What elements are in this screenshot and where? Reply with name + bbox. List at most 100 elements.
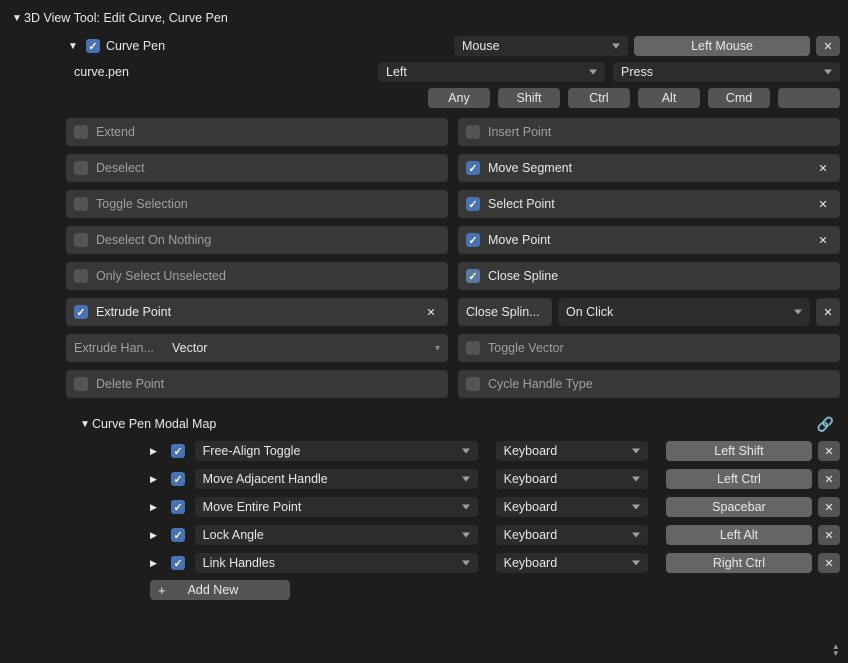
remove-binding-button[interactable] bbox=[816, 36, 840, 56]
modal-row-enabled-checkbox[interactable] bbox=[171, 472, 185, 486]
binding-disclosure[interactable]: ▼ bbox=[66, 41, 80, 52]
opt-insert-point-checkbox[interactable] bbox=[466, 125, 480, 139]
modal-row-remove-button[interactable] bbox=[818, 441, 840, 461]
binding-enabled-checkbox[interactable] bbox=[86, 39, 100, 53]
opt-move-point-clear[interactable] bbox=[814, 234, 832, 247]
modal-key-button[interactable]: Left Shift bbox=[666, 441, 812, 461]
options-grid: Extend Insert Point Deselect Move Segmen… bbox=[8, 118, 840, 408]
event-mode-select[interactable]: Press bbox=[613, 62, 840, 82]
opt-close-spline-checkbox[interactable] bbox=[466, 269, 480, 283]
link-icon[interactable]: 🔗 bbox=[817, 416, 834, 433]
modal-type-value: Keyboard bbox=[504, 472, 558, 486]
opt-extrude-point[interactable]: Extrude Point bbox=[66, 298, 448, 326]
opt-toggle-vector[interactable]: Toggle Vector bbox=[458, 334, 840, 362]
modal-row-disclosure[interactable]: ▶ bbox=[150, 530, 162, 541]
plus-icon: + bbox=[158, 583, 166, 598]
modal-type-select[interactable]: Keyboard bbox=[496, 497, 648, 517]
opt-select-point-clear[interactable] bbox=[814, 198, 832, 211]
modal-row: ▶ Move Adjacent Handle Keyboard Left Ctrl bbox=[8, 468, 840, 496]
modal-row-enabled-checkbox[interactable] bbox=[171, 528, 185, 542]
add-new-button[interactable]: + Add New bbox=[150, 580, 290, 600]
opt-deselect-on-nothing-checkbox[interactable] bbox=[74, 233, 88, 247]
modal-row-disclosure[interactable]: ▶ bbox=[150, 474, 162, 485]
identifier-row: curve.pen Left Press bbox=[8, 62, 840, 88]
modal-type-select[interactable]: Keyboard bbox=[496, 553, 648, 573]
key-button[interactable]: Left Mouse bbox=[634, 36, 810, 56]
opt-extrude-handle-label: Extrude Han... bbox=[74, 341, 164, 355]
opt-label: Select Point bbox=[488, 197, 555, 211]
opt-close-spline-method-clear[interactable] bbox=[816, 298, 840, 326]
opt-move-segment-checkbox[interactable] bbox=[466, 161, 480, 175]
opt-extrude-point-clear[interactable] bbox=[422, 306, 440, 319]
mod-ctrl-button[interactable]: Ctrl bbox=[568, 88, 630, 108]
opt-move-segment-clear[interactable] bbox=[814, 162, 832, 175]
modal-type-select[interactable]: Keyboard bbox=[496, 441, 648, 461]
modal-row-remove-button[interactable] bbox=[818, 497, 840, 517]
opt-cycle-handle-type[interactable]: Cycle Handle Type bbox=[458, 370, 840, 398]
opt-label: Deselect On Nothing bbox=[96, 233, 211, 247]
opt-extrude-handle[interactable]: Extrude Han... Vector ▾ bbox=[66, 334, 448, 362]
modal-row-disclosure[interactable]: ▶ bbox=[150, 558, 162, 569]
modal-row-disclosure[interactable]: ▶ bbox=[150, 502, 162, 513]
map-type-select[interactable]: Mouse bbox=[454, 36, 628, 56]
modal-row-remove-button[interactable] bbox=[818, 469, 840, 489]
opt-insert-point[interactable]: Insert Point bbox=[458, 118, 840, 146]
modal-row-remove-button[interactable] bbox=[818, 525, 840, 545]
modal-key-button[interactable]: Spacebar bbox=[666, 497, 812, 517]
opt-only-select-unselected-checkbox[interactable] bbox=[74, 269, 88, 283]
opt-toggle-selection[interactable]: Toggle Selection bbox=[66, 190, 448, 218]
opt-move-segment[interactable]: Move Segment bbox=[458, 154, 840, 182]
opt-extrude-point-checkbox[interactable] bbox=[74, 305, 88, 319]
modal-key-button[interactable]: Left Ctrl bbox=[666, 469, 812, 489]
collapse-icon[interactable]: ▴▾ bbox=[833, 643, 838, 657]
opt-close-spline-method-select[interactable]: On Click bbox=[558, 298, 810, 326]
mod-alt-button[interactable]: Alt bbox=[638, 88, 700, 108]
modal-action-select[interactable]: Lock Angle bbox=[195, 525, 478, 545]
mod-cmd-button[interactable]: Cmd bbox=[708, 88, 770, 108]
modal-row-enabled-checkbox[interactable] bbox=[171, 444, 185, 458]
opt-deselect[interactable]: Deselect bbox=[66, 154, 448, 182]
event-mode: Press bbox=[621, 65, 653, 79]
mod-any-button[interactable]: Any bbox=[428, 88, 490, 108]
modal-action-value: Lock Angle bbox=[203, 528, 264, 542]
modal-row-enabled-checkbox[interactable] bbox=[171, 500, 185, 514]
opt-select-point-checkbox[interactable] bbox=[466, 197, 480, 211]
disclosure-toggle[interactable]: ▼ bbox=[10, 13, 24, 24]
modal-type-select[interactable]: Keyboard bbox=[496, 469, 648, 489]
modal-action-value: Link Handles bbox=[203, 556, 275, 570]
modal-key-button[interactable]: Left Alt bbox=[666, 525, 812, 545]
opt-toggle-selection-checkbox[interactable] bbox=[74, 197, 88, 211]
opt-extend-checkbox[interactable] bbox=[74, 125, 88, 139]
opt-deselect-checkbox[interactable] bbox=[74, 161, 88, 175]
opt-move-point-checkbox[interactable] bbox=[466, 233, 480, 247]
opt-delete-point-checkbox[interactable] bbox=[74, 377, 88, 391]
opt-move-point[interactable]: Move Point bbox=[458, 226, 840, 254]
modal-action-select[interactable]: Move Entire Point bbox=[195, 497, 478, 517]
mod-extra-button[interactable] bbox=[778, 88, 840, 108]
modal-action-select[interactable]: Link Handles bbox=[195, 553, 478, 573]
modal-rows: ▶ Free-Align Toggle Keyboard Left Shift ▶ Mov… bbox=[8, 440, 840, 580]
modal-action-value: Move Entire Point bbox=[203, 500, 302, 514]
modal-map-disclosure[interactable]: ▼ bbox=[78, 419, 92, 430]
opt-toggle-vector-checkbox[interactable] bbox=[466, 341, 480, 355]
modal-row-enabled-checkbox[interactable] bbox=[171, 556, 185, 570]
modal-action-select[interactable]: Move Adjacent Handle bbox=[195, 469, 478, 489]
opt-close-spline[interactable]: Close Spline bbox=[458, 262, 840, 290]
modal-key-button[interactable]: Right Ctrl bbox=[666, 553, 812, 573]
opt-select-point[interactable]: Select Point bbox=[458, 190, 840, 218]
event-value-select[interactable]: Left bbox=[378, 62, 605, 82]
modal-action-select[interactable]: Free-Align Toggle bbox=[195, 441, 478, 461]
opt-deselect-on-nothing[interactable]: Deselect On Nothing bbox=[66, 226, 448, 254]
opt-only-select-unselected[interactable]: Only Select Unselected bbox=[66, 262, 448, 290]
opt-extend[interactable]: Extend bbox=[66, 118, 448, 146]
operator-id-field[interactable]: curve.pen bbox=[66, 62, 370, 82]
add-new-row: + Add New bbox=[8, 580, 840, 600]
modal-type-select[interactable]: Keyboard bbox=[496, 525, 648, 545]
opt-delete-point[interactable]: Delete Point bbox=[66, 370, 448, 398]
modal-row-disclosure[interactable]: ▶ bbox=[150, 446, 162, 457]
opt-cycle-handle-type-checkbox[interactable] bbox=[466, 377, 480, 391]
modifier-row: Any Shift Ctrl Alt Cmd bbox=[8, 88, 840, 118]
mod-shift-button[interactable]: Shift bbox=[498, 88, 560, 108]
modal-row-remove-button[interactable] bbox=[818, 553, 840, 573]
opt-label: Toggle Vector bbox=[488, 341, 564, 355]
